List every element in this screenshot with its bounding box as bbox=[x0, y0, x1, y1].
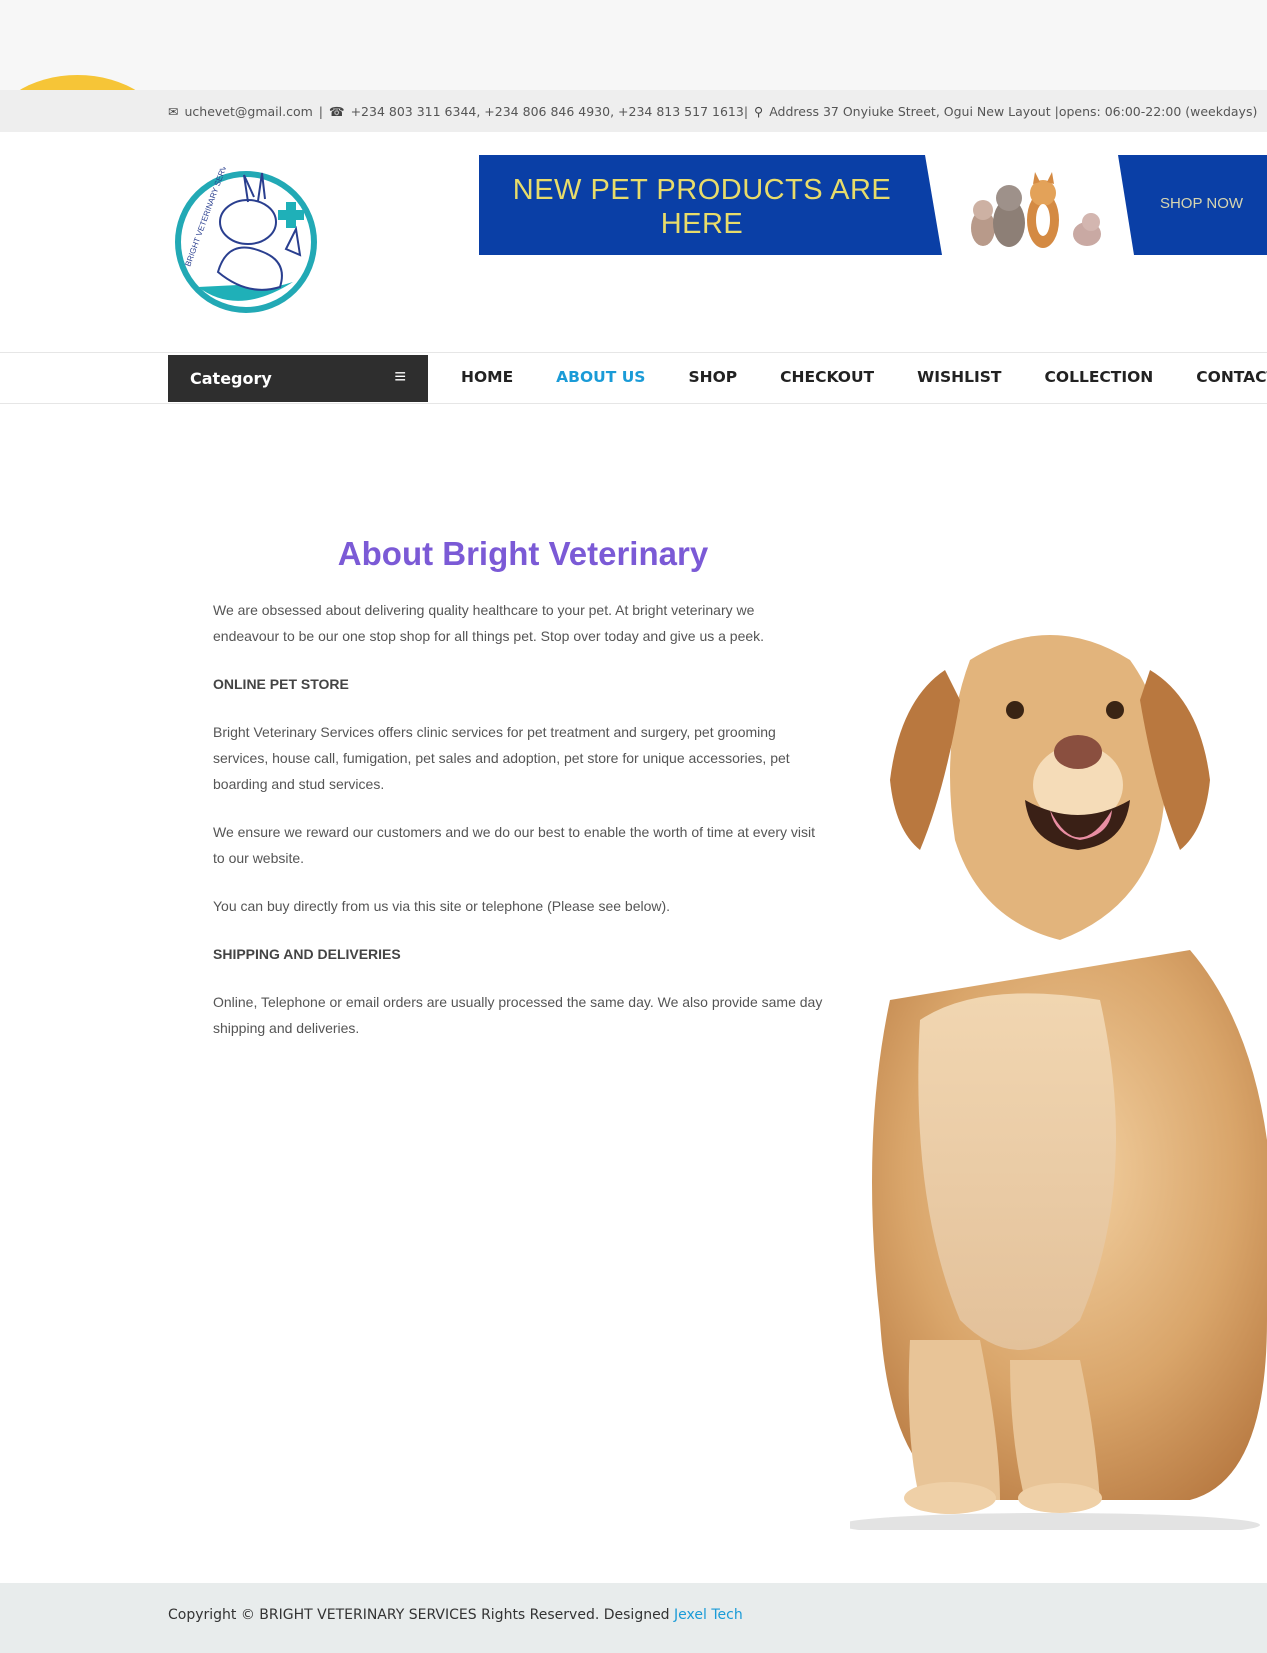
golden-retriever-image bbox=[850, 635, 1267, 1530]
nav-shop[interactable]: SHOP bbox=[688, 368, 737, 386]
nav-wishlist[interactable]: WISHLIST bbox=[917, 368, 1001, 386]
nav-menu: HOME ABOUT US SHOP CHECKOUT WISHLIST COL… bbox=[461, 353, 1267, 401]
nav-collection[interactable]: COLLECTION bbox=[1045, 368, 1154, 386]
contact-topbar: ✉ uchevet@gmail.com | ☎ +234 803 311 634… bbox=[0, 90, 1267, 132]
site-logo[interactable]: BRIGHT VETERINARY SERVICES bbox=[168, 167, 328, 317]
pets-image bbox=[971, 172, 1101, 248]
online-store-text: Bright Veterinary Services offers clinic… bbox=[213, 724, 790, 792]
contact-info: ✉ uchevet@gmail.com | ☎ +234 803 311 634… bbox=[168, 90, 1257, 132]
nav-checkout[interactable]: CHECKOUT bbox=[780, 368, 874, 386]
category-dropdown[interactable]: Category ≡ bbox=[168, 355, 428, 402]
about-content: We are obsessed about delivering quality… bbox=[213, 597, 823, 1063]
map-marker-icon: ⚲ bbox=[754, 103, 764, 119]
nav-contact[interactable]: CONTACT bbox=[1196, 368, 1267, 386]
envelope-icon: ✉ bbox=[168, 103, 179, 119]
separator: | bbox=[318, 103, 323, 119]
buy-text: You can buy directly from us via this si… bbox=[213, 898, 671, 914]
copyright-text: Copyright © BRIGHT VETERINARY SERVICES R… bbox=[168, 1607, 743, 1623]
copyright-label: Copyright © BRIGHT VETERINARY SERVICES R… bbox=[168, 1607, 675, 1623]
page-top-area bbox=[0, 0, 1267, 90]
site-footer: Copyright © BRIGHT VETERINARY SERVICES R… bbox=[0, 1583, 1267, 1653]
reward-text: We ensure we reward our customers and we… bbox=[213, 824, 816, 866]
main-navbar: Category ≡ HOME ABOUT US SHOP CHECKOUT W… bbox=[0, 352, 1267, 404]
shop-now-label: SHOP NOW bbox=[1159, 195, 1244, 212]
contact-email[interactable]: uchevet@gmail.com bbox=[184, 104, 312, 119]
hamburger-menu-icon[interactable]: ≡ bbox=[394, 367, 406, 387]
section-heading-shipping: SHIPPING AND DELIVERIES bbox=[213, 946, 401, 962]
promo-headline-line1: NEW PET PRODUCTS ARE bbox=[512, 174, 892, 206]
phone-icon: ☎ bbox=[329, 103, 345, 119]
about-intro: We are obsessed about delivering quality… bbox=[213, 602, 765, 644]
nav-home[interactable]: HOME bbox=[461, 368, 513, 386]
contact-phones[interactable]: +234 803 311 6344, +234 806 846 4930, +2… bbox=[351, 104, 748, 119]
nav-about-us[interactable]: ABOUT US bbox=[556, 368, 645, 386]
designer-link[interactable]: Jexel Tech bbox=[674, 1607, 743, 1623]
page-title: About Bright Veterinary bbox=[337, 535, 709, 572]
section-heading-online-store: ONLINE PET STORE bbox=[213, 676, 349, 692]
shop-now-button[interactable]: SHOP NOW bbox=[1118, 155, 1267, 255]
promo-banner[interactable]: NEW PET PRODUCTS ARE HERE bbox=[479, 155, 942, 255]
promo-headline-line2: HERE bbox=[660, 208, 744, 240]
contact-address: Address 37 Onyiuke Street, Ogui New Layo… bbox=[769, 103, 1258, 119]
promo-headline: NEW PET PRODUCTS ARE HERE bbox=[479, 173, 925, 241]
category-label: Category bbox=[190, 369, 272, 388]
shipping-text: Online, Telephone or email orders are us… bbox=[213, 994, 823, 1036]
